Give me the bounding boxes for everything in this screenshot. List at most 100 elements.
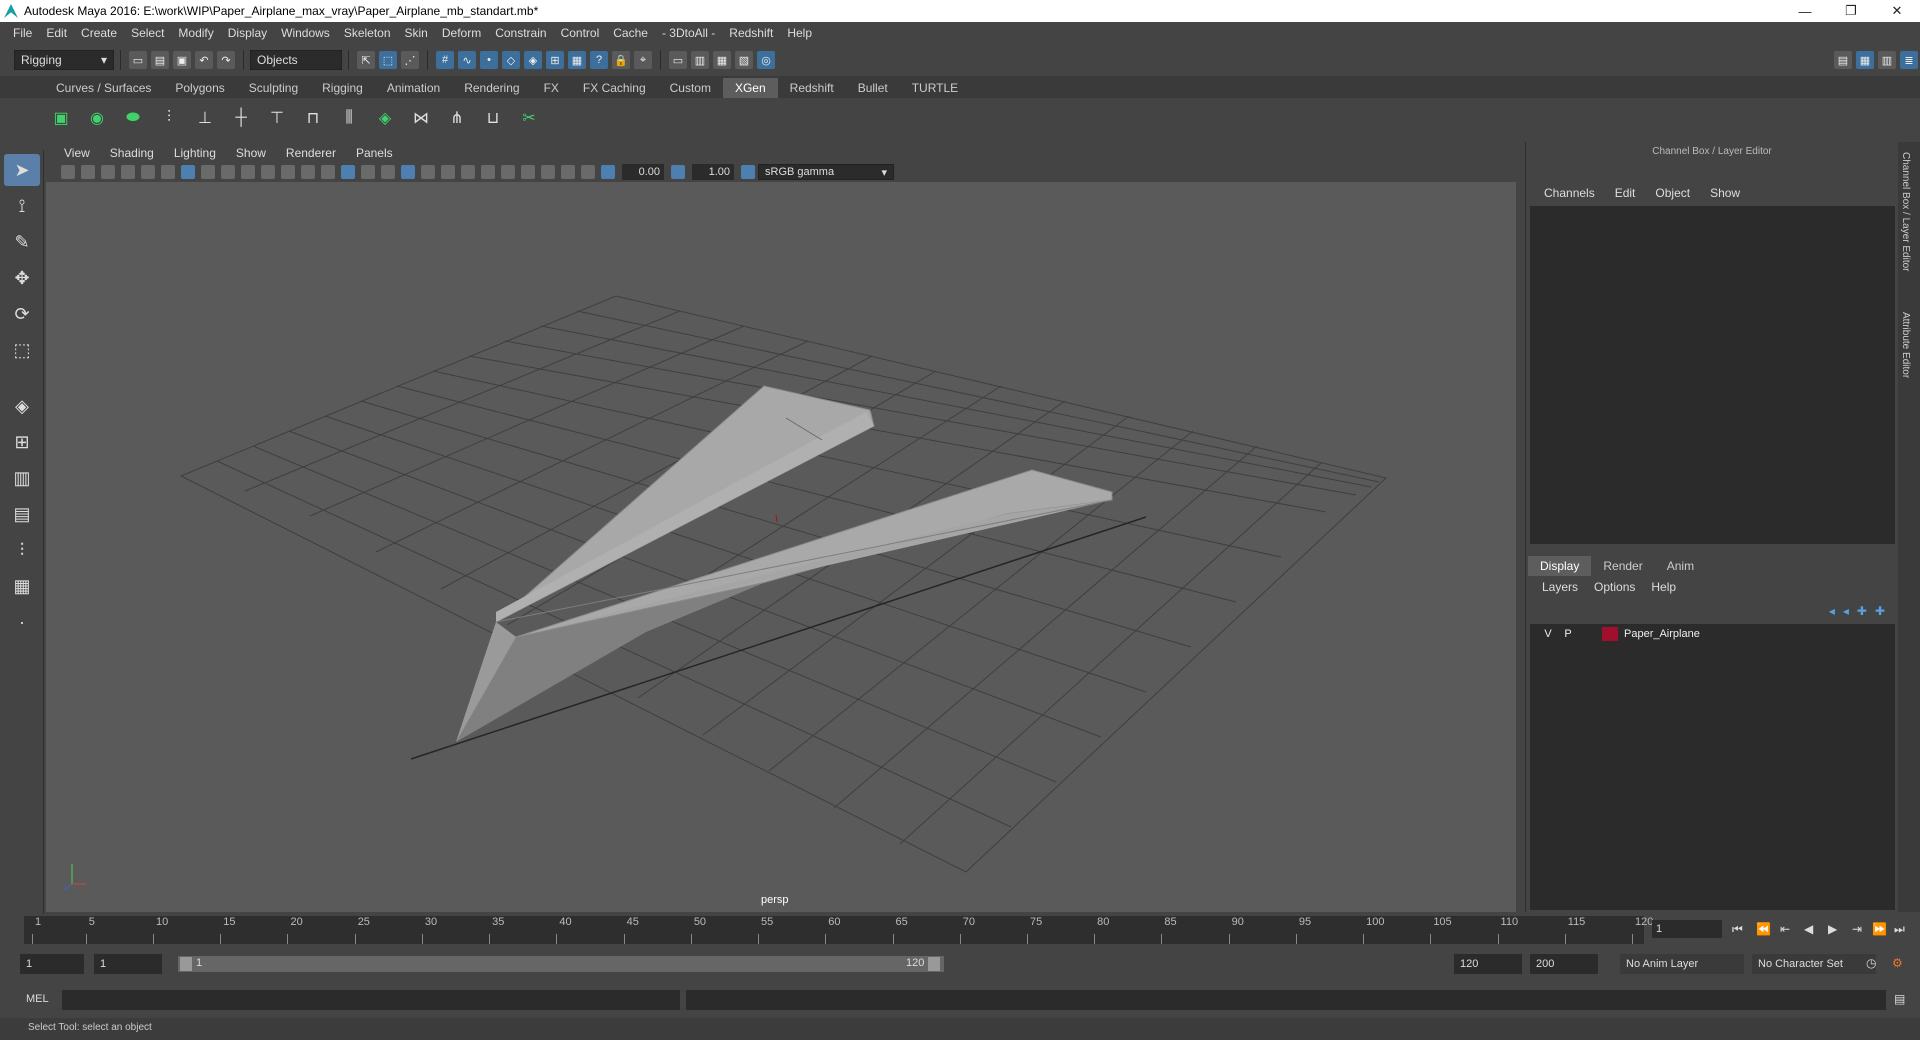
xgen-add-guides-icon[interactable]: ⫶ <box>154 103 184 133</box>
shadows-icon[interactable] <box>441 165 455 179</box>
restore-button[interactable]: ❐ <box>1828 0 1874 22</box>
antialiasing-icon[interactable] <box>501 165 515 179</box>
xray-active-icon[interactable] <box>561 165 575 179</box>
rotate-tool-icon[interactable]: ⟳ <box>4 298 40 330</box>
step-back-key-icon[interactable]: ⇤ <box>1780 922 1790 936</box>
select-component-icon[interactable]: ⋰ <box>401 51 419 69</box>
shelf-tab-curves-surfaces[interactable]: Curves / Surfaces <box>44 78 163 98</box>
auto-key-icon[interactable]: ◷ <box>1866 956 1876 970</box>
play-forward-icon[interactable]: ▶ <box>1828 922 1837 936</box>
range-end-handle[interactable] <box>928 957 940 971</box>
ambient-occlusion-icon[interactable] <box>461 165 475 179</box>
textured-icon[interactable] <box>381 165 395 179</box>
channels-menu[interactable]: Channels <box>1534 186 1605 200</box>
depth-peel-icon[interactable] <box>581 165 595 179</box>
menu-3dtoall[interactable]: - 3DtoAll - <box>655 26 722 40</box>
render-view-icon[interactable]: ◎ <box>757 51 775 69</box>
symmetry-icon[interactable]: ⊞ <box>546 51 564 69</box>
snap-grid-icon[interactable]: # <box>436 51 454 69</box>
shelf-tab-custom[interactable]: Custom <box>658 78 723 98</box>
tab-display[interactable]: Display <box>1528 556 1592 576</box>
wireframe-icon[interactable] <box>321 165 335 179</box>
exposure-field[interactable]: 0.00 <box>622 164 664 180</box>
save-scene-icon[interactable]: ▣ <box>173 51 191 69</box>
selection-mode-dropdown[interactable]: Objects <box>250 50 342 70</box>
menu-help[interactable]: Help <box>780 26 819 40</box>
shelf-tab-sculpting[interactable]: Sculpting <box>237 78 310 98</box>
open-scene-icon[interactable]: ▤ <box>151 51 169 69</box>
grease-pencil-icon[interactable] <box>161 165 175 179</box>
shelf-tab-turtle[interactable]: TURTLE <box>900 78 970 98</box>
viewport-menu-lighting[interactable]: Lighting <box>164 146 226 160</box>
show-menu[interactable]: Show <box>1700 186 1750 200</box>
new-layer-icon[interactable]: ✚ <box>1857 604 1867 618</box>
menu-deform[interactable]: Deform <box>435 26 488 40</box>
shelf-tab-fx[interactable]: FX <box>532 78 571 98</box>
film-gate-icon[interactable] <box>201 165 215 179</box>
motion-blur-icon[interactable] <box>481 165 495 179</box>
help-menu[interactable]: Help <box>1643 580 1684 594</box>
xgen-lock-length-icon[interactable]: ⊓ <box>298 103 328 133</box>
shelf-tab-fx-caching[interactable]: FX Caching <box>571 78 658 98</box>
viewport-menu-show[interactable]: Show <box>226 146 276 160</box>
scene-start-field[interactable]: 1 <box>20 954 84 974</box>
panel-icon[interactable]: ▥ <box>1878 51 1896 69</box>
xgen-layers-icon[interactable]: ◈ <box>370 103 400 133</box>
paint-select-tool-icon[interactable]: ✎ <box>4 226 40 258</box>
menu-edit[interactable]: Edit <box>39 26 74 40</box>
options-menu[interactable]: Options <box>1586 580 1643 594</box>
layer-row[interactable]: V P Paper_Airplane <box>1530 624 1895 644</box>
shelf-tab-polygons[interactable]: Polygons <box>163 78 236 98</box>
tab-render[interactable]: Render <box>1591 556 1654 576</box>
lock-icon[interactable]: 🔒 <box>612 51 630 69</box>
menu-redshift[interactable]: Redshift <box>722 26 780 40</box>
scene-end-field[interactable]: 200 <box>1530 954 1598 974</box>
edit-menu[interactable]: Edit <box>1605 186 1646 200</box>
preferences-icon[interactable]: ⚙ <box>1892 956 1903 970</box>
script-editor-icon[interactable]: ▤ <box>1894 992 1905 1006</box>
viewport-menu-panels[interactable]: Panels <box>346 146 403 160</box>
select-object-icon[interactable]: ⬚ <box>379 51 397 69</box>
smooth-shade-icon[interactable] <box>341 165 355 179</box>
render-settings-icon[interactable]: ▦ <box>713 51 731 69</box>
redo-icon[interactable]: ↷ <box>217 51 235 69</box>
grid-toggle-icon[interactable] <box>181 165 195 179</box>
shelf-tab-bullet[interactable]: Bullet <box>846 78 900 98</box>
playback-start-field[interactable]: 1 <box>94 954 162 974</box>
layout-menu-icon[interactable]: · <box>4 606 40 638</box>
range-bar[interactable]: 1 120 <box>178 956 944 972</box>
menu-control[interactable]: Control <box>554 26 607 40</box>
viewport-menu-shading[interactable]: Shading <box>100 146 164 160</box>
default-material-icon[interactable] <box>361 165 375 179</box>
resolution-gate-icon[interactable] <box>221 165 235 179</box>
four-view-layout-icon[interactable]: ⊞ <box>4 426 40 458</box>
persp-outliner-layout-icon[interactable]: ▥ <box>4 462 40 494</box>
xray-joints-icon[interactable] <box>541 165 555 179</box>
xgen-sculpt-guide-icon[interactable]: ⊤ <box>262 103 292 133</box>
gamma-toggle-icon[interactable] <box>671 165 685 179</box>
new-layer-selected-icon[interactable]: ✚ <box>1875 604 1885 618</box>
safe-title-icon[interactable] <box>301 165 315 179</box>
gamma-field[interactable]: 1.00 <box>692 164 734 180</box>
channel-list-area[interactable] <box>1530 206 1895 544</box>
xgen-normalize-icon[interactable]: ⊔ <box>478 103 508 133</box>
snap-curve-icon[interactable]: ∿ <box>458 51 476 69</box>
anim-layer-dropdown[interactable]: No Anim Layer <box>1620 954 1744 974</box>
safe-action-icon[interactable] <box>281 165 295 179</box>
minimize-button[interactable]: — <box>1782 0 1828 22</box>
shelf-tab-animation[interactable]: Animation <box>375 78 452 98</box>
layer-name[interactable]: Paper_Airplane <box>1624 628 1700 640</box>
mel-label[interactable]: MEL <box>26 993 49 1005</box>
xgen-add-guide-icon[interactable]: ┼ <box>226 103 256 133</box>
go-to-end-icon[interactable]: ⏭ <box>1894 922 1905 937</box>
help-query-icon[interactable]: ? <box>590 51 608 69</box>
xgen-rebuild-icon[interactable]: ⋈ <box>406 103 436 133</box>
lights-icon[interactable] <box>421 165 435 179</box>
select-hierarchy-icon[interactable]: ⇱ <box>357 51 375 69</box>
isolate-select-icon[interactable] <box>521 165 535 179</box>
undo-icon[interactable]: ↶ <box>195 51 213 69</box>
single-perspective-layout-icon[interactable]: ◈ <box>4 390 40 422</box>
xgen-guide-comb-icon[interactable]: ⫼ <box>334 103 364 133</box>
2d-pan-zoom-icon[interactable] <box>141 165 155 179</box>
menu-file[interactable]: File <box>6 26 39 40</box>
